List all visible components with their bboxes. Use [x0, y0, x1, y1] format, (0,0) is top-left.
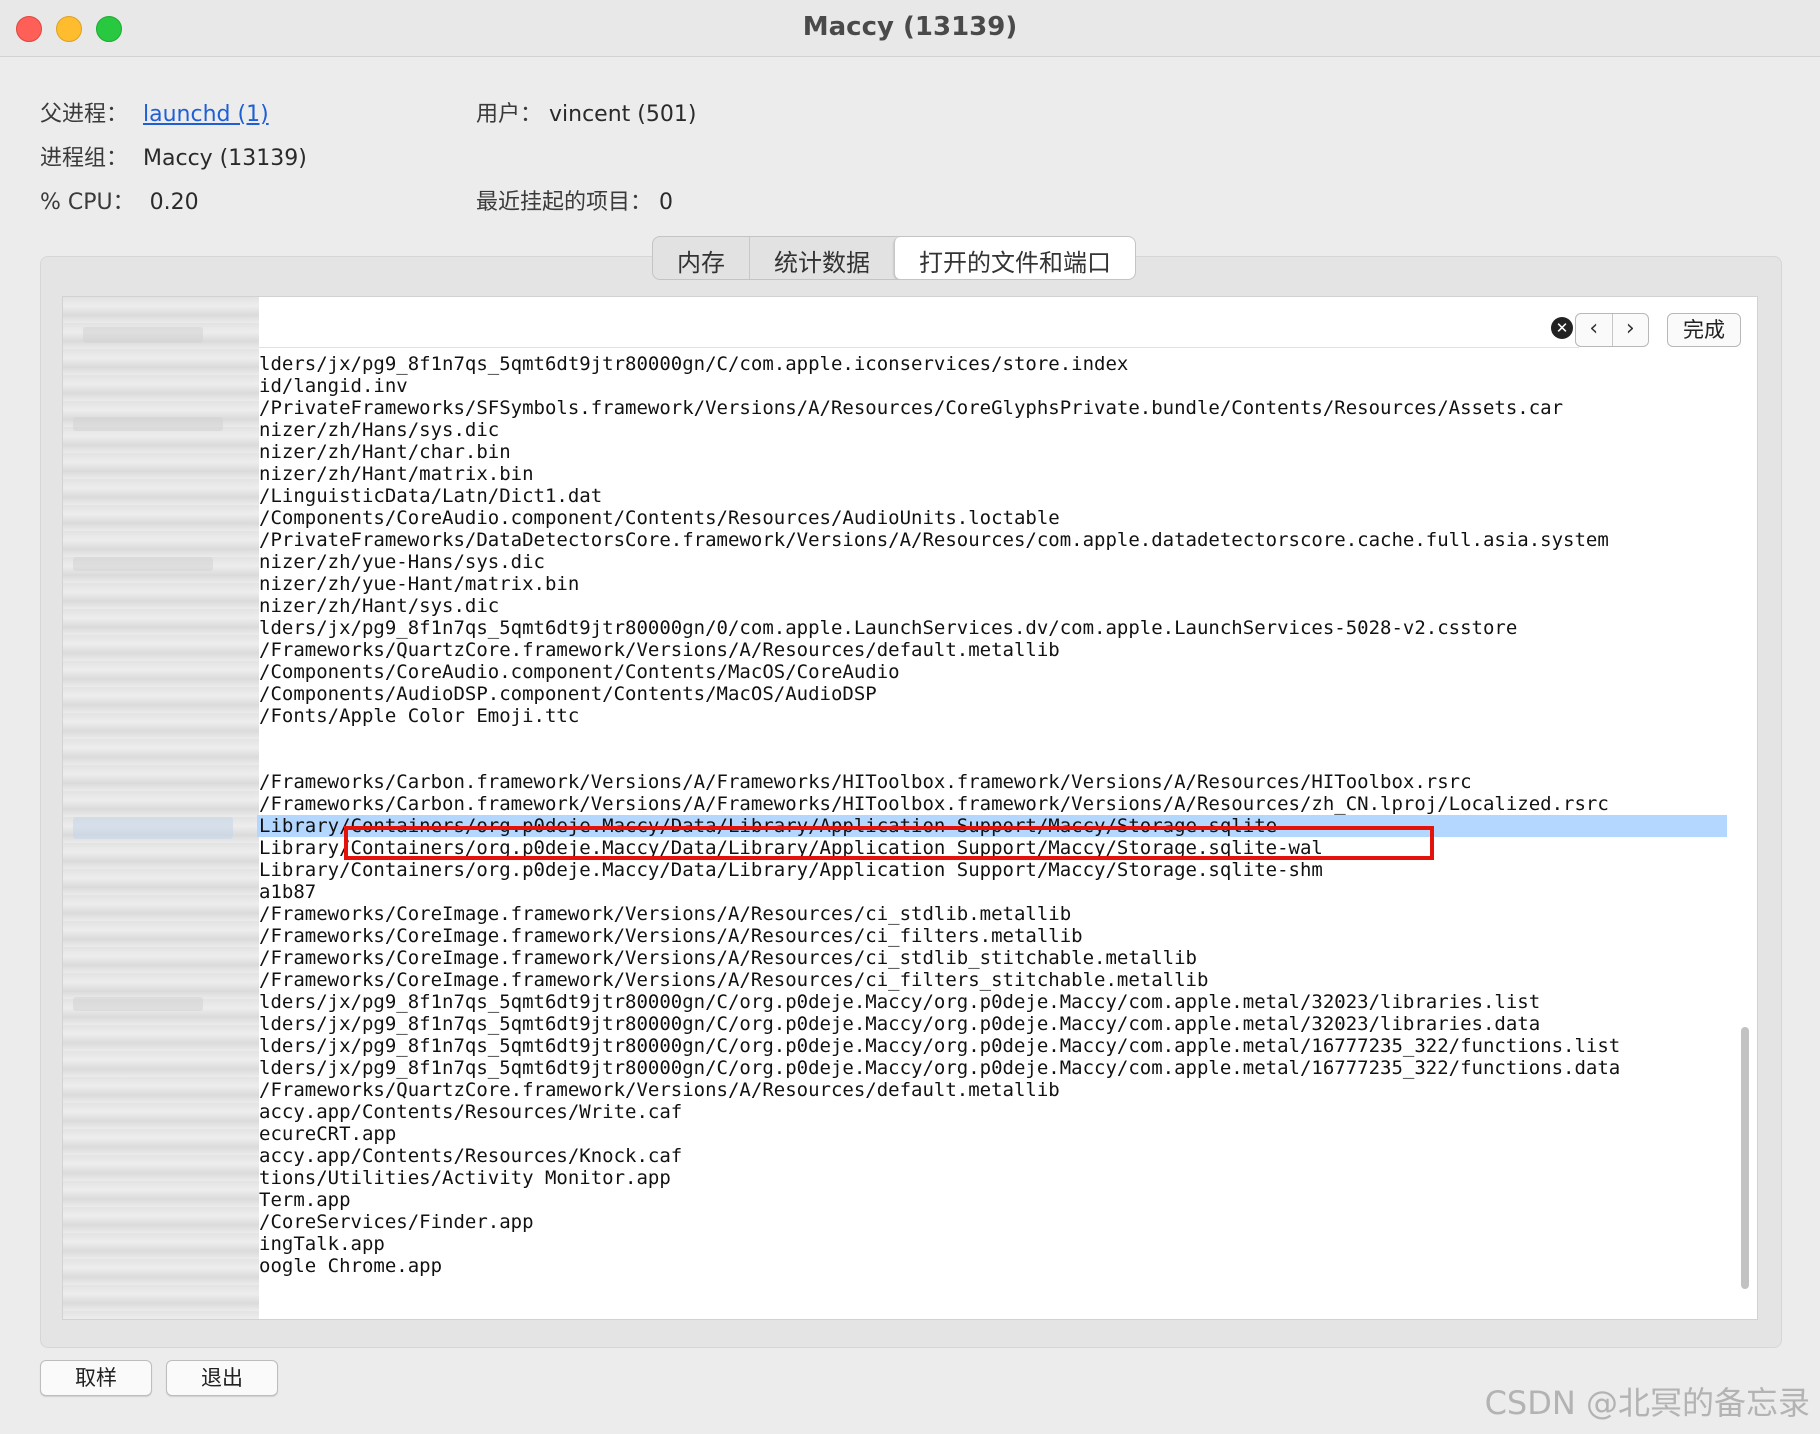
file-row[interactable]: /Components/CoreAudio.component/Contents…: [257, 507, 1727, 529]
tab-statistics[interactable]: 统计数据: [749, 237, 894, 279]
tab-open-files-and-ports[interactable]: 打开的文件和端口: [894, 237, 1135, 279]
file-row[interactable]: lders/jx/pg9_8f1n7qs_5qmt6dt9jtr80000gn/…: [257, 353, 1727, 375]
user-value: vincent (501): [549, 102, 697, 127]
blurred-selection: [73, 817, 233, 839]
file-row[interactable]: nizer/zh/Hant/matrix.bin: [257, 463, 1727, 485]
file-row[interactable]: lders/jx/pg9_8f1n7qs_5qmt6dt9jtr80000gn/…: [257, 1013, 1727, 1035]
chevron-left-icon[interactable]: ‹: [1576, 314, 1612, 346]
blurred-text: [73, 417, 223, 431]
process-group-label: 进程组：: [40, 146, 129, 171]
scroll-thumb[interactable]: [1741, 1027, 1749, 1289]
blurred-column: [63, 297, 259, 1319]
cpu-row: % CPU： 0.20: [40, 184, 199, 216]
file-row[interactable]: /Frameworks/CoreImage.framework/Versions…: [257, 903, 1727, 925]
file-row[interactable]: ingTalk.app: [257, 1233, 1727, 1255]
annotation-highlight-box: [344, 826, 1434, 860]
file-row[interactable]: /LinguisticData/Latn/Dict1.dat: [257, 485, 1727, 507]
file-row[interactable]: /PrivateFrameworks/SFSymbols.framework/V…: [257, 397, 1727, 419]
file-row[interactable]: /Frameworks/CoreImage.framework/Versions…: [257, 947, 1727, 969]
file-row[interactable]: ecureCRT.app: [257, 1123, 1727, 1145]
quit-button[interactable]: 退出: [166, 1360, 278, 1396]
file-row[interactable]: /Fonts/Apple Color Emoji.ttc: [257, 705, 1727, 727]
file-row[interactable]: /Frameworks/QuartzCore.framework/Version…: [257, 639, 1727, 661]
file-row[interactable]: a1b87: [257, 881, 1727, 903]
file-row[interactable]: lders/jx/pg9_8f1n7qs_5qmt6dt9jtr80000gn/…: [257, 1057, 1727, 1079]
file-row[interactable]: /Frameworks/Carbon.framework/Versions/A/…: [257, 793, 1727, 815]
find-bar[interactable]: ✕: [259, 311, 1579, 348]
file-row[interactable]: nizer/zh/yue-Hant/matrix.bin: [257, 573, 1727, 595]
find-navigation: ‹ ›: [1575, 313, 1649, 347]
blurred-text: [73, 557, 213, 571]
file-row[interactable]: /CoreServices/Finder.app: [257, 1211, 1727, 1233]
file-row[interactable]: /Components/CoreAudio.component/Contents…: [257, 661, 1727, 683]
file-row[interactable]: lders/jx/pg9_8f1n7qs_5qmt6dt9jtr80000gn/…: [257, 991, 1727, 1013]
file-row[interactable]: nizer/zh/Hant/sys.dic: [257, 595, 1727, 617]
segmented-tabs: 内存 统计数据 打开的文件和端口: [652, 236, 1136, 280]
file-row[interactable]: accy.app/Contents/Resources/Knock.caf: [257, 1145, 1727, 1167]
file-row[interactable]: nizer/zh/yue-Hans/sys.dic: [257, 551, 1727, 573]
file-row[interactable]: /PrivateFrameworks/DataDetectorsCore.fra…: [257, 529, 1727, 551]
title-bar: Maccy (13139): [0, 0, 1820, 57]
recent-hangs-value: 0: [659, 190, 674, 215]
file-row[interactable]: lders/jx/pg9_8f1n7qs_5qmt6dt9jtr80000gn/…: [257, 1035, 1727, 1057]
file-row[interactable]: /Components/AudioDSP.component/Contents/…: [257, 683, 1727, 705]
open-files-list-view: ✕ ‹ › 完成 lders/jx/pg9_8f1n7qs_5qmt6dt9jt…: [62, 296, 1758, 1320]
file-row[interactable]: accy.app/Contents/Resources/Write.caf: [257, 1101, 1727, 1123]
cpu-label: % CPU：: [40, 190, 135, 215]
blurred-text: [83, 327, 203, 343]
parent-process-link[interactable]: launchd (1): [143, 102, 269, 127]
file-row[interactable]: /Frameworks/Carbon.framework/Versions/A/…: [257, 771, 1727, 793]
file-row[interactable]: [257, 727, 1727, 749]
user-label: 用户：: [476, 102, 543, 127]
file-row[interactable]: nizer/zh/Hans/sys.dic: [257, 419, 1727, 441]
file-row[interactable]: lders/jx/pg9_8f1n7qs_5qmt6dt9jtr80000gn/…: [257, 617, 1727, 639]
process-group-value: Maccy (13139): [143, 146, 307, 171]
file-row[interactable]: id/langid.inv: [257, 375, 1727, 397]
user-row: 用户： vincent (501): [476, 96, 696, 128]
recent-hangs-label: 最近挂起的项目：: [476, 190, 653, 215]
parent-process-label: 父进程：: [40, 102, 129, 127]
cpu-value: 0.20: [149, 190, 199, 215]
vertical-scrollbar[interactable]: [1741, 367, 1749, 1297]
blurred-text: [73, 997, 203, 1011]
file-row[interactable]: /Frameworks/QuartzCore.framework/Version…: [257, 1079, 1727, 1101]
file-row[interactable]: Term.app: [257, 1189, 1727, 1211]
file-row[interactable]: nizer/zh/Hant/char.bin: [257, 441, 1727, 463]
watermark: CSDN @北冥的备忘录: [1484, 1384, 1810, 1422]
sample-button[interactable]: 取样: [40, 1360, 152, 1396]
file-row[interactable]: /Frameworks/CoreImage.framework/Versions…: [257, 969, 1727, 991]
file-row[interactable]: [257, 749, 1727, 771]
recent-hangs-row: 最近挂起的项目： 0: [476, 184, 673, 216]
tab-memory[interactable]: 内存: [653, 237, 749, 279]
parent-process-row: 父进程： launchd (1): [40, 96, 269, 128]
clear-search-icon[interactable]: ✕: [1551, 317, 1573, 339]
file-row[interactable]: oogle Chrome.app: [257, 1255, 1727, 1277]
chevron-right-icon[interactable]: ›: [1611, 314, 1649, 346]
process-group-row: 进程组： Maccy (13139): [40, 140, 307, 172]
file-row[interactable]: /Frameworks/CoreImage.framework/Versions…: [257, 925, 1727, 947]
window-title: Maccy (13139): [802, 12, 1018, 42]
file-row[interactable]: tions/Utilities/Activity Monitor.app: [257, 1167, 1727, 1189]
done-button[interactable]: 完成: [1667, 313, 1741, 347]
file-row[interactable]: Library/Containers/org.p0deje.Maccy/Data…: [257, 859, 1727, 881]
